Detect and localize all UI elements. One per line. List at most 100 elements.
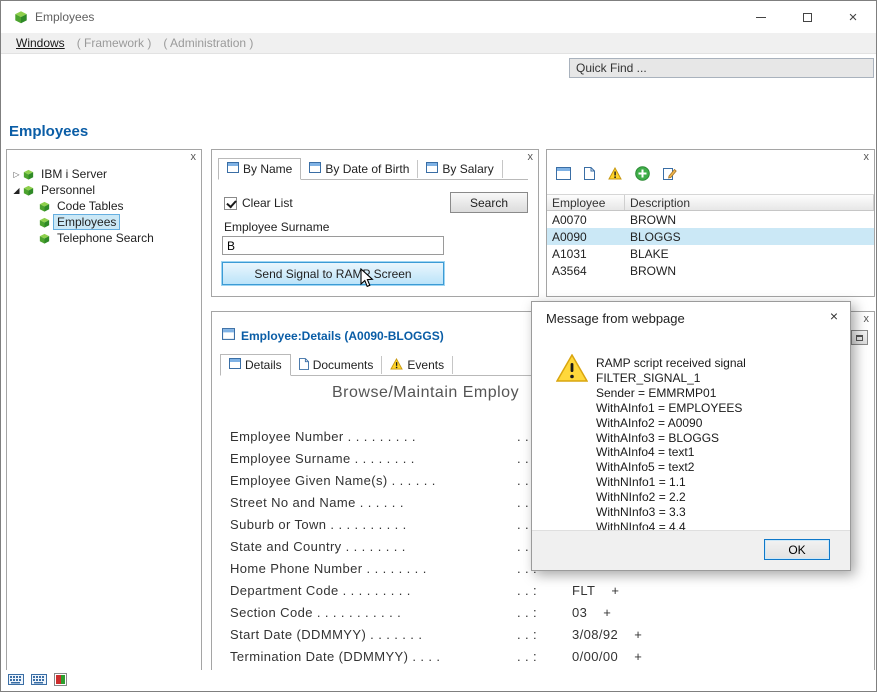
- maximize-button[interactable]: [784, 1, 830, 33]
- grid-row[interactable]: A3564 BROWN: [547, 262, 874, 279]
- open-form-icon[interactable]: [556, 167, 571, 183]
- cell-employee: A0090: [547, 230, 625, 244]
- tab-details[interactable]: Details: [220, 354, 291, 376]
- cell-employee: A0070: [547, 213, 625, 227]
- tab-label: By Salary: [442, 162, 493, 176]
- dialog-message-line: WithAInfo5 = text2: [596, 460, 850, 475]
- field-value: FLT+: [572, 583, 619, 598]
- grid-row[interactable]: A0070 BROWN: [547, 211, 874, 228]
- filter-panel-close-icon[interactable]: x: [528, 151, 534, 163]
- field-separator: . . :: [517, 649, 537, 664]
- prompt-button[interactable]: +: [603, 605, 611, 620]
- tab-by-salary[interactable]: By Salary: [418, 160, 502, 178]
- dialog-close-icon[interactable]: ×: [830, 309, 838, 323]
- column-header-description[interactable]: Description: [625, 195, 874, 210]
- tree-panel-close-icon[interactable]: x: [191, 151, 197, 163]
- cell-employee: A1031: [547, 247, 625, 261]
- form-icon: [222, 328, 235, 343]
- tree-item-label: Personnel: [38, 183, 98, 197]
- navigation-tree-panel: x ▷ IBM i Server ◢ Personnel Code Tables…: [6, 149, 202, 671]
- keyboard-icon[interactable]: [8, 674, 24, 688]
- mouse-cursor-icon: [360, 268, 374, 291]
- employee-surname-input[interactable]: [222, 236, 444, 255]
- dialog-title: Message from webpage: [546, 311, 685, 326]
- cell-description: BROWN: [625, 213, 874, 227]
- tree-item-personnel[interactable]: ◢ Personnel: [7, 182, 201, 198]
- add-icon[interactable]: [635, 166, 650, 184]
- cell-description: BLOGGS: [625, 230, 874, 244]
- document-icon: [299, 358, 309, 373]
- navigation-tree: ▷ IBM i Server ◢ Personnel Code Tables E…: [7, 166, 201, 246]
- employee-grid: Employee Description A0070 BROWN A0090 B…: [547, 194, 874, 279]
- form-icon: [227, 162, 239, 176]
- grid-row[interactable]: A0090 BLOGGS: [547, 228, 874, 245]
- field-label: Termination Date (DDMMYY) . . . .: [230, 649, 440, 664]
- tab-events[interactable]: Events: [382, 356, 453, 374]
- tab-documents[interactable]: Documents: [291, 356, 383, 374]
- float-panel-button[interactable]: [851, 330, 868, 345]
- cell-employee: A3564: [547, 264, 625, 278]
- cell-description: BLAKE: [625, 247, 874, 261]
- form-field-row: Start Date (DDMMYY) . . . . . . . . . : …: [212, 624, 874, 646]
- tree-item-ibm-i-server[interactable]: ▷ IBM i Server: [7, 166, 201, 182]
- quick-find[interactable]: Quick Find ...: [569, 58, 874, 78]
- app-status-icon[interactable]: [54, 673, 67, 689]
- expander-collapsed-icon[interactable]: ▷: [11, 170, 22, 179]
- dialog-message-line: WithNInfo2 = 2.2: [596, 490, 850, 505]
- field-label: Employee Surname . . . . . . . .: [230, 451, 415, 466]
- form-field-row: Termination Date (DDMMYY) . . . . . . : …: [212, 646, 874, 668]
- details-title-text: Employee:Details (A0090-BLOGGS): [241, 329, 444, 343]
- maximize-icon: [803, 13, 812, 22]
- minimize-button[interactable]: [738, 1, 784, 33]
- tab-by-date-of-birth[interactable]: By Date of Birth: [301, 160, 418, 178]
- checkbox-icon[interactable]: [224, 197, 237, 210]
- server-icon: [22, 168, 35, 181]
- close-icon: ×: [849, 10, 858, 25]
- expander-expanded-icon[interactable]: ◢: [11, 186, 22, 195]
- clear-list-checkbox[interactable]: Clear List: [224, 196, 293, 210]
- field-separator: . . :: [517, 583, 537, 598]
- edit-icon[interactable]: [663, 167, 677, 184]
- page-title: Employees: [9, 123, 88, 140]
- prompt-button[interactable]: +: [611, 583, 619, 598]
- dialog-message-line: WithAInfo2 = A0090: [596, 416, 850, 431]
- tree-item-label: Employees: [54, 215, 119, 229]
- field-value: 03+: [572, 605, 611, 620]
- dialog-message-line: WithAInfo4 = text1: [596, 445, 850, 460]
- column-header-employee[interactable]: Employee: [547, 195, 625, 210]
- form-field-row: Section Code . . . . . . . . . . . . . :…: [212, 602, 874, 624]
- tab-by-name[interactable]: By Name: [218, 158, 301, 180]
- tree-item-employees[interactable]: Employees: [7, 214, 201, 230]
- prompt-button[interactable]: +: [634, 627, 642, 642]
- field-value: 0/00/00+: [572, 649, 642, 664]
- field-label: Employee Given Name(s) . . . . . .: [230, 473, 436, 488]
- message-dialog: Message from webpage × RAMP script recei…: [531, 301, 851, 571]
- keyboard-icon[interactable]: [31, 674, 47, 688]
- tree-item-telephone-search[interactable]: Telephone Search: [7, 230, 201, 246]
- tree-item-code-tables[interactable]: Code Tables: [7, 198, 201, 214]
- close-button[interactable]: ×: [830, 1, 876, 33]
- warning-icon[interactable]: [608, 167, 622, 183]
- field-separator: . . :: [517, 627, 537, 642]
- field-label: Section Code . . . . . . . . . . .: [230, 605, 401, 620]
- grid-row[interactable]: A1031 BLAKE: [547, 245, 874, 262]
- document-icon[interactable]: [584, 167, 595, 183]
- send-signal-button[interactable]: Send Signal to RAMP Screen: [222, 262, 444, 285]
- tab-label: By Name: [243, 162, 292, 176]
- form-icon: [426, 162, 438, 176]
- filter-tabstrip: By Name By Date of Birth By Salary: [218, 158, 528, 180]
- dialog-message-line: Sender = EMMRMP01: [596, 386, 850, 401]
- clear-list-label: Clear List: [242, 196, 293, 210]
- details-panel-close-icon[interactable]: x: [864, 313, 870, 325]
- ok-button[interactable]: OK: [764, 539, 830, 560]
- menu-windows[interactable]: Windows: [10, 36, 71, 50]
- dialog-message-line: WithNInfo1 = 1.1: [596, 475, 850, 490]
- warning-icon: [390, 358, 403, 373]
- menu-administration: ( Administration ): [157, 36, 259, 50]
- results-panel-close-icon[interactable]: x: [864, 151, 870, 163]
- title-bar: Employees ×: [1, 1, 876, 33]
- warning-icon: [556, 354, 588, 386]
- menu-bar: Windows ( Framework ) ( Administration ): [1, 33, 876, 54]
- search-button[interactable]: Search: [450, 192, 528, 213]
- prompt-button[interactable]: +: [634, 649, 642, 664]
